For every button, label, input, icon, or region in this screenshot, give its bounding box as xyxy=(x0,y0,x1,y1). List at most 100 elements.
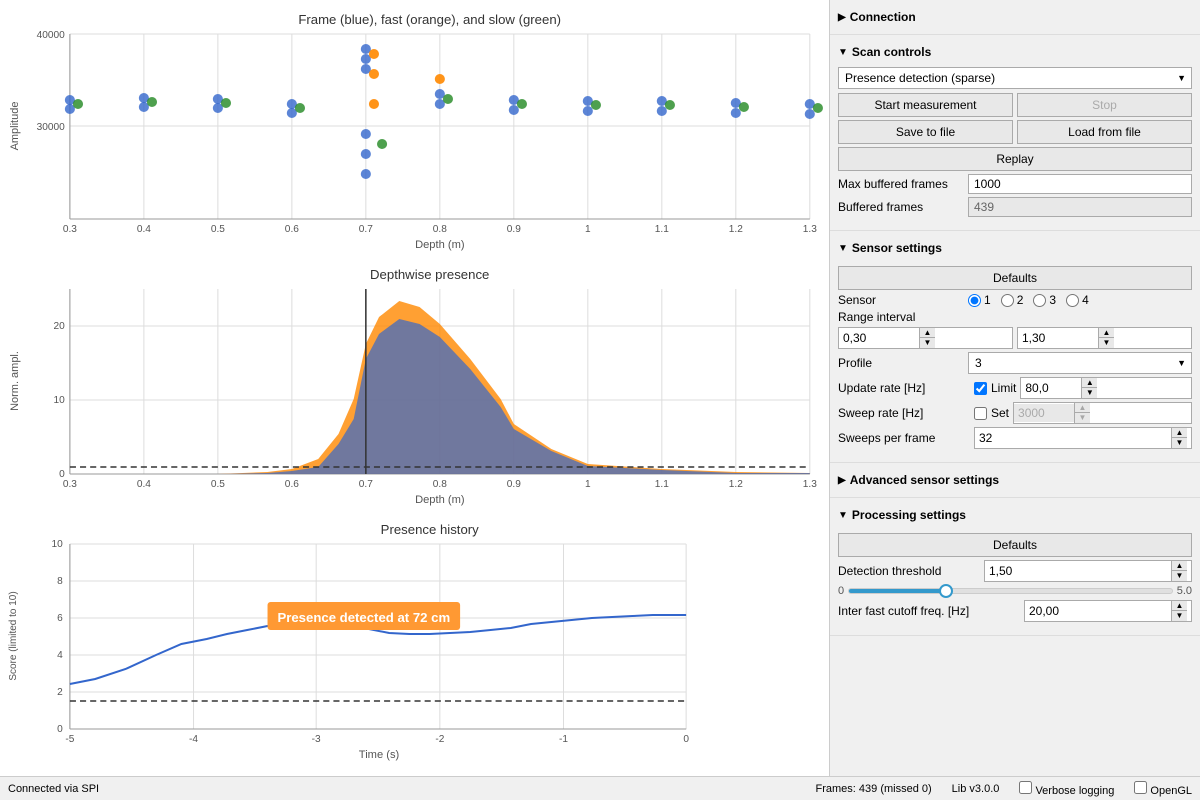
sensor-defaults-button[interactable]: Defaults xyxy=(838,266,1192,290)
profile-dropdown[interactable]: 3 xyxy=(968,352,1192,374)
advanced-sensor-arrow: ▶ xyxy=(838,475,846,486)
load-from-file-button[interactable]: Load from file xyxy=(1017,120,1192,144)
svg-text:Time (s): Time (s) xyxy=(359,749,399,761)
verbose-logging-text: Verbose logging xyxy=(1035,785,1114,797)
range-end-up[interactable]: ▲ xyxy=(1098,328,1114,338)
range-end-down[interactable]: ▼ xyxy=(1098,338,1114,348)
set-check-row[interactable]: Set xyxy=(974,406,1009,420)
sensor-3-radio[interactable]: 3 xyxy=(1033,293,1056,307)
sensor-1-radio[interactable]: 1 xyxy=(968,293,991,307)
update-rate-down[interactable]: ▼ xyxy=(1081,388,1097,398)
frames-status: Frames: 439 (missed 0) xyxy=(816,783,932,795)
update-rate-input-wrapper: ▲ ▼ xyxy=(1020,377,1192,399)
svg-text:1: 1 xyxy=(585,224,591,235)
inter-spinners: ▲ ▼ xyxy=(1171,601,1187,621)
max-buffered-value-wrapper xyxy=(968,174,1192,194)
svg-text:1: 1 xyxy=(585,479,591,490)
sensor-settings-header[interactable]: ▼ Sensor settings xyxy=(838,237,1192,259)
sensor-settings-label: Sensor settings xyxy=(852,241,942,255)
buffered-value-wrapper xyxy=(968,197,1192,217)
scan-controls-section: ▼ Scan controls Presence detection (spar… xyxy=(830,35,1200,231)
profile-dropdown-wrapper: 3 xyxy=(968,352,1192,374)
connection-section: ▶ Connection xyxy=(830,0,1200,35)
advanced-sensor-header[interactable]: ▶ Advanced sensor settings xyxy=(838,469,1192,491)
connection-header[interactable]: ▶ Connection xyxy=(838,6,1192,28)
sensor-3-input[interactable] xyxy=(1033,294,1046,307)
limit-label: Limit xyxy=(991,381,1016,395)
opengl-checkbox[interactable] xyxy=(1134,781,1147,794)
inter-input-wrapper: ▲ ▼ xyxy=(1024,600,1192,622)
svg-text:0.7: 0.7 xyxy=(359,479,373,490)
start-measurement-button[interactable]: Start measurement xyxy=(838,93,1013,117)
sweep-rate-input-wrapper: ▲ ▼ xyxy=(1013,402,1192,424)
proc-defaults-button[interactable]: Defaults xyxy=(838,533,1192,557)
threshold-slider-track[interactable] xyxy=(848,588,1173,594)
threshold-row: Detection threshold ▲ ▼ xyxy=(838,560,1192,582)
limit-checkbox[interactable] xyxy=(974,382,987,395)
svg-text:2: 2 xyxy=(57,687,63,698)
range-start-up[interactable]: ▲ xyxy=(919,328,935,338)
top-chart-title: Frame (blue), fast (orange), and slow (g… xyxy=(298,12,561,27)
max-buffered-input[interactable] xyxy=(968,174,1192,194)
replay-button[interactable]: Replay xyxy=(838,147,1192,171)
sweeps-up[interactable]: ▲ xyxy=(1171,428,1187,438)
sensor-4-input[interactable] xyxy=(1066,294,1079,307)
scan-controls-arrow: ▼ xyxy=(838,47,848,58)
sensor-2-radio[interactable]: 2 xyxy=(1001,293,1024,307)
threshold-input[interactable] xyxy=(985,562,1171,580)
svg-text:-4: -4 xyxy=(189,734,198,745)
sweep-rate-spinners: ▲ ▼ xyxy=(1074,403,1090,423)
sweeps-down[interactable]: ▼ xyxy=(1171,438,1187,448)
update-rate-up[interactable]: ▲ xyxy=(1081,378,1097,388)
range-start-down[interactable]: ▼ xyxy=(919,338,935,348)
update-rate-row: Update rate [Hz] Limit ▲ ▼ xyxy=(838,377,1192,399)
sensor-4-radio[interactable]: 4 xyxy=(1066,293,1089,307)
svg-text:Amplitude: Amplitude xyxy=(9,102,21,151)
verbose-logging-label[interactable]: Verbose logging xyxy=(1019,781,1114,797)
buffered-frames-input xyxy=(968,197,1192,217)
stop-button[interactable]: Stop xyxy=(1017,93,1192,117)
sweeps-per-frame-input[interactable] xyxy=(975,429,1171,447)
sensor-settings-body: Defaults Sensor 1 2 3 xyxy=(838,259,1192,456)
profile-label: Profile xyxy=(838,356,968,370)
sweeps-per-frame-spinners: ▲ ▼ xyxy=(1171,428,1187,448)
buffered-label: Buffered frames xyxy=(838,200,968,214)
svg-text:1.3: 1.3 xyxy=(803,479,817,490)
threshold-down[interactable]: ▼ xyxy=(1171,571,1187,581)
set-checkbox[interactable] xyxy=(974,407,987,420)
sweep-rate-control: Set ▲ ▼ xyxy=(974,402,1192,424)
sensor-radio-group: 1 2 3 4 xyxy=(968,293,1089,307)
verbose-logging-checkbox[interactable] xyxy=(1019,781,1032,794)
slider-min-label: 0 xyxy=(838,585,844,597)
mode-dropdown-wrapper: Presence detection (sparse) xyxy=(838,67,1192,89)
range-end-input[interactable] xyxy=(1018,329,1098,347)
opengl-label[interactable]: OpenGL xyxy=(1134,781,1192,797)
top-chart: Frame (blue), fast (orange), and slow (g… xyxy=(4,4,825,259)
threshold-up[interactable]: ▲ xyxy=(1171,561,1187,571)
sensor-defaults-row: Defaults xyxy=(838,266,1192,290)
processing-settings-header[interactable]: ▼ Processing settings xyxy=(838,504,1192,526)
svg-text:1.3: 1.3 xyxy=(803,224,817,235)
range-interval-label: Range interval xyxy=(838,310,968,324)
svg-text:0.4: 0.4 xyxy=(137,224,151,235)
save-to-file-button[interactable]: Save to file xyxy=(838,120,1013,144)
svg-text:1.1: 1.1 xyxy=(655,224,669,235)
threshold-slider-thumb[interactable] xyxy=(939,584,953,598)
sweep-rate-input xyxy=(1014,404,1074,422)
update-rate-input[interactable] xyxy=(1021,379,1081,397)
inter-down[interactable]: ▼ xyxy=(1171,611,1187,621)
limit-check-row[interactable]: Limit xyxy=(974,381,1016,395)
threshold-slider-fill xyxy=(849,589,946,593)
set-label: Set xyxy=(991,406,1009,420)
sensor-1-input[interactable] xyxy=(968,294,981,307)
slider-max-label: 5.0 xyxy=(1177,585,1192,597)
inter-input[interactable] xyxy=(1025,602,1171,620)
range-start-input[interactable] xyxy=(839,329,919,347)
sensor-2-input[interactable] xyxy=(1001,294,1014,307)
mode-dropdown[interactable]: Presence detection (sparse) xyxy=(838,67,1192,89)
inter-up[interactable]: ▲ xyxy=(1171,601,1187,611)
svg-text:0: 0 xyxy=(683,734,689,745)
svg-text:0.9: 0.9 xyxy=(507,479,521,490)
profile-row: Profile 3 xyxy=(838,352,1192,374)
scan-controls-header[interactable]: ▼ Scan controls xyxy=(838,41,1192,63)
